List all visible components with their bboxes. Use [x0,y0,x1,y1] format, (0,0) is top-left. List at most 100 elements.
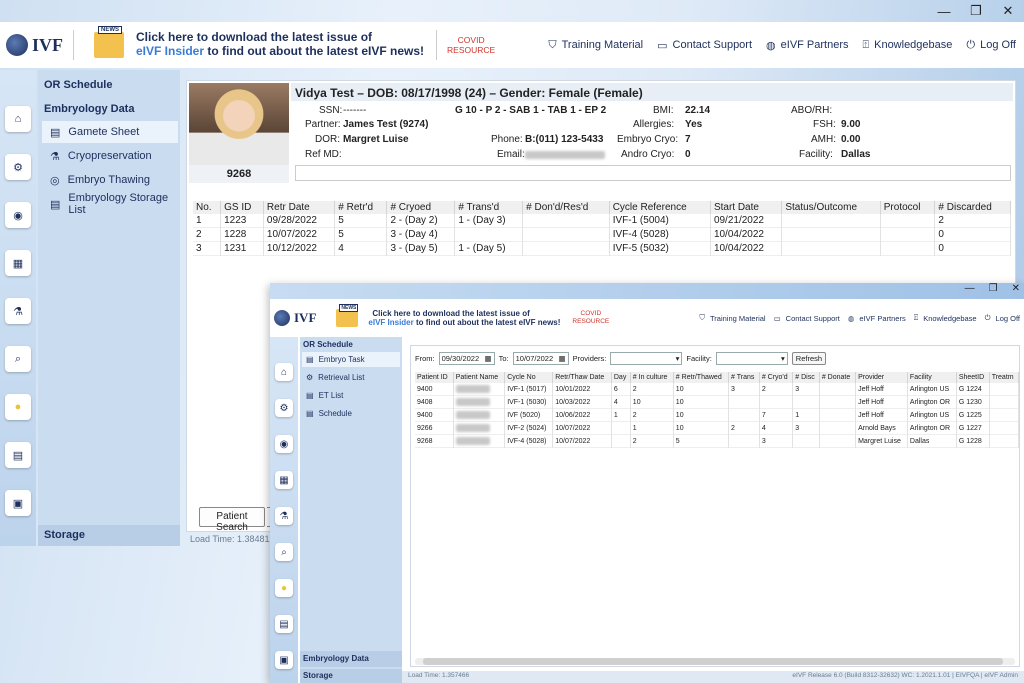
column-header[interactable]: Protocol [880,201,936,214]
menu-storage[interactable]: Storage [38,525,180,546]
menu-item-embryo-thawing[interactable]: ◎ Embryo Thawing [42,169,150,191]
embryo-icon[interactable]: ● [275,579,293,597]
close-icon[interactable]: ✕ [1012,283,1020,294]
restore-icon[interactable]: ❐ [960,0,992,22]
close-icon[interactable]: ✕ [992,0,1024,22]
column-header[interactable]: SheetID [956,372,990,383]
column-header[interactable]: # Retr/Thawed [673,372,730,383]
table-row[interactable]: 9400 IVF (5020) 10/06/2022 1 2 10 7 1 Jeff Hoff A… [415,408,1020,422]
column-header[interactable]: # Cryoed [386,201,456,214]
column-header[interactable]: # Cryo'd [759,372,794,383]
report-icon[interactable]: ▤ [5,442,31,468]
covid-resource-link[interactable]: COVID RESOURCE [447,35,495,55]
column-header[interactable]: No. [193,201,222,214]
column-header[interactable]: Retr Date [263,201,336,214]
embryo-icon[interactable]: ● [5,394,31,420]
flask-icon[interactable]: ⚗ [5,298,31,324]
column-header[interactable]: # Discarded [934,201,1011,214]
menu-item-embryo-task[interactable]: ▤ Embryo Task [302,352,400,367]
from-date-input[interactable]: 09/30/2022 ▦ [438,352,495,365]
menu-item-retrieval-list[interactable]: ⚙ Retrieval List [302,370,364,385]
nav-training-material[interactable]: ⛉ Training Material [699,313,765,323]
to-date-input[interactable]: 10/07/2022 ▦ [512,352,569,365]
flask-icon[interactable]: ⚗ [275,507,293,525]
horizontal-scrollbar[interactable] [415,658,1015,665]
column-header[interactable]: # Retr'd [334,201,388,214]
ivf-logo[interactable]: IVF [6,34,63,56]
newsletter-banner-link[interactable]: Click here to download the latest issue … [368,309,560,327]
storage-icon[interactable]: ▣ [275,651,293,669]
menu-item-cryopreservation[interactable]: ⚗ Cryopreservation [42,145,152,167]
column-header[interactable]: Provider [855,372,908,383]
nav-knowledgebase[interactable]: ⍐ Knowledgebase [914,313,977,323]
column-header[interactable]: # Don'd/Res'd [522,201,610,214]
column-header[interactable]: Treatm [989,372,1020,383]
menu-item-et-list[interactable]: ▤ ET List [302,388,343,403]
home-icon[interactable]: ⌂ [5,106,31,132]
column-header[interactable]: # Trans'd [454,201,524,214]
storage-icon[interactable]: ▣ [5,490,31,516]
nav-contact-support[interactable]: ▭ Contact Support [657,39,752,52]
table-row[interactable]: 9400 IVF-1 (5017) 10/01/2022 6 2 10 3 2 3 Jeff Ho… [415,383,1020,396]
nav-training-material[interactable]: ⛉ Training Material [548,39,643,52]
refresh-button[interactable]: Refresh [791,352,827,365]
patient-notes-field[interactable] [295,165,1011,181]
nav-eivf-partners[interactable]: ◍ eIVF Partners [848,314,906,323]
column-header[interactable]: Retr/Thaw Date [552,372,612,383]
settings-icon[interactable]: ⚙ [5,154,31,180]
column-header[interactable]: Cycle No [504,372,554,383]
report-icon[interactable]: ▤ [275,615,293,633]
column-header[interactable]: Status/Outcome [781,201,881,214]
column-header[interactable]: # Disc [792,372,820,383]
table-row[interactable]: 9268 IVF-4 (5028) 10/07/2022 2 5 3 Margret Lui… [415,434,1020,448]
menu-item-schedule[interactable]: ▤ Schedule [302,406,352,421]
calendar-icon[interactable]: ▦ [5,250,31,276]
table-row[interactable]: 9408 IVF-1 (5030) 10/03/2022 4 10 10 Jeff Hoff… [415,395,1020,409]
table-row[interactable]: 9266 IVF-2 (5024) 10/07/2022 1 10 2 4 3 Arnold B… [415,421,1020,435]
newsletter-envelope-icon[interactable]: NEWS [94,26,124,58]
calendar-icon[interactable]: ▦ [485,354,492,363]
column-header[interactable]: Cycle Reference [609,201,711,214]
covid-resource-link[interactable]: COVID RESOURCE [572,310,609,326]
calendar-icon[interactable]: ▦ [559,354,566,363]
ivf-logo[interactable]: IVF [274,310,316,326]
nav-log-off[interactable]: ⏻ Log Off [985,313,1020,323]
nav-knowledgebase[interactable]: ⍐ Knowledgebase [863,39,953,52]
minimize-icon[interactable]: — [965,283,975,294]
menu-item-gamete-sheet[interactable]: ▤ Gamete Sheet [42,121,178,143]
minimize-icon[interactable]: — [928,0,960,22]
restore-icon[interactable]: ❐ [989,283,998,294]
column-header[interactable]: Facility [907,372,957,383]
menu-or-schedule[interactable]: OR Schedule [44,79,112,91]
column-header[interactable]: # In culture [630,372,674,383]
column-header[interactable]: Patient Name [453,372,506,383]
column-header[interactable]: # Trans [728,372,760,383]
newsletter-envelope-icon[interactable]: NEWS [336,304,359,327]
column-header[interactable]: # Donate [819,372,857,383]
home-icon[interactable]: ⌂ [275,363,293,381]
calendar-icon[interactable]: ▦ [275,471,293,489]
menu-embryology-data[interactable]: Embryology Data [44,103,134,115]
user-icon[interactable]: ◉ [5,202,31,228]
providers-select[interactable]: ▾ [610,352,683,365]
menu-or-schedule[interactable]: OR Schedule [303,340,353,349]
user-icon[interactable]: ◉ [275,435,293,453]
table-row[interactable]: 2 1228 10/07/2022 5 3 - (Day 4) IVF-4 (5028) 1… [193,227,1011,242]
newsletter-banner-link[interactable]: Click here to download the latest issue … [136,30,424,59]
menu-storage[interactable]: Storage [300,669,402,683]
table-row[interactable]: 3 1231 10/12/2022 4 3 - (Day 5) 1 - (Day 5) IV… [193,241,1011,256]
menu-embryology-data[interactable]: Embryology Data [300,651,402,667]
search-icon[interactable]: ⌕ [275,543,293,561]
settings-icon[interactable]: ⚙ [275,399,293,417]
nav-log-off[interactable]: ⏻ Log Off [966,39,1016,52]
column-header[interactable]: Start Date [710,201,783,214]
facility-select[interactable]: ▾ [715,352,788,365]
patient-search-button[interactable]: Patient Search [199,507,265,533]
column-header[interactable]: GS ID [220,201,264,214]
nav-eivf-partners[interactable]: ◍ eIVF Partners [766,39,848,52]
search-icon[interactable]: ⌕ [5,346,31,372]
column-header[interactable]: Day [611,372,631,383]
column-header[interactable]: Patient ID [415,372,454,383]
menu-item-embryology-storage-list[interactable]: ▤ Embryology Storage List [42,192,180,216]
nav-contact-support[interactable]: ▭ Contact Support [774,314,840,323]
